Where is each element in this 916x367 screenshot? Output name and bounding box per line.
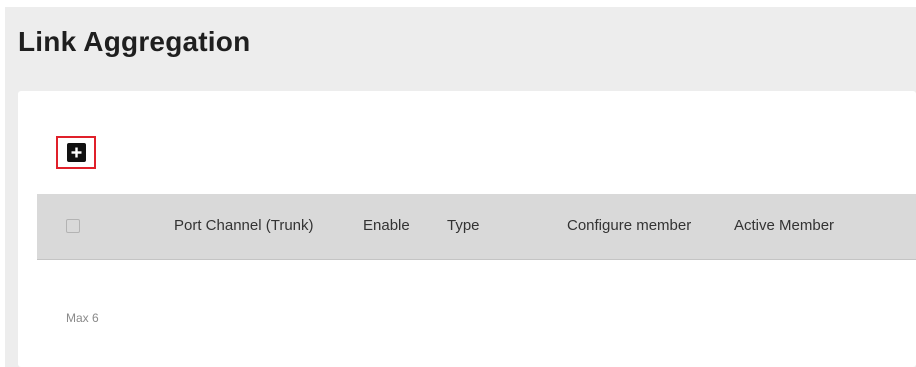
add-button[interactable] — [56, 136, 96, 169]
column-header-port-channel[interactable]: Port Channel (Trunk) — [174, 194, 314, 258]
page-background: Link Aggregation Port Channel (Trunk) En… — [5, 7, 916, 367]
plus-square-icon — [66, 143, 86, 162]
content-card: Port Channel (Trunk) Enable Type Configu… — [18, 91, 916, 367]
column-header-active-member[interactable]: Active Member — [734, 194, 834, 258]
page-title: Link Aggregation — [18, 26, 251, 57]
column-header-configure-member[interactable]: Configure member — [567, 194, 691, 258]
column-header-type[interactable]: Type — [447, 194, 480, 258]
column-header-enable[interactable]: Enable — [363, 194, 410, 258]
table-header: Port Channel (Trunk) Enable Type Configu… — [37, 194, 916, 260]
max-entries-note: Max 6 — [66, 311, 99, 325]
select-all-checkbox[interactable] — [66, 219, 80, 233]
